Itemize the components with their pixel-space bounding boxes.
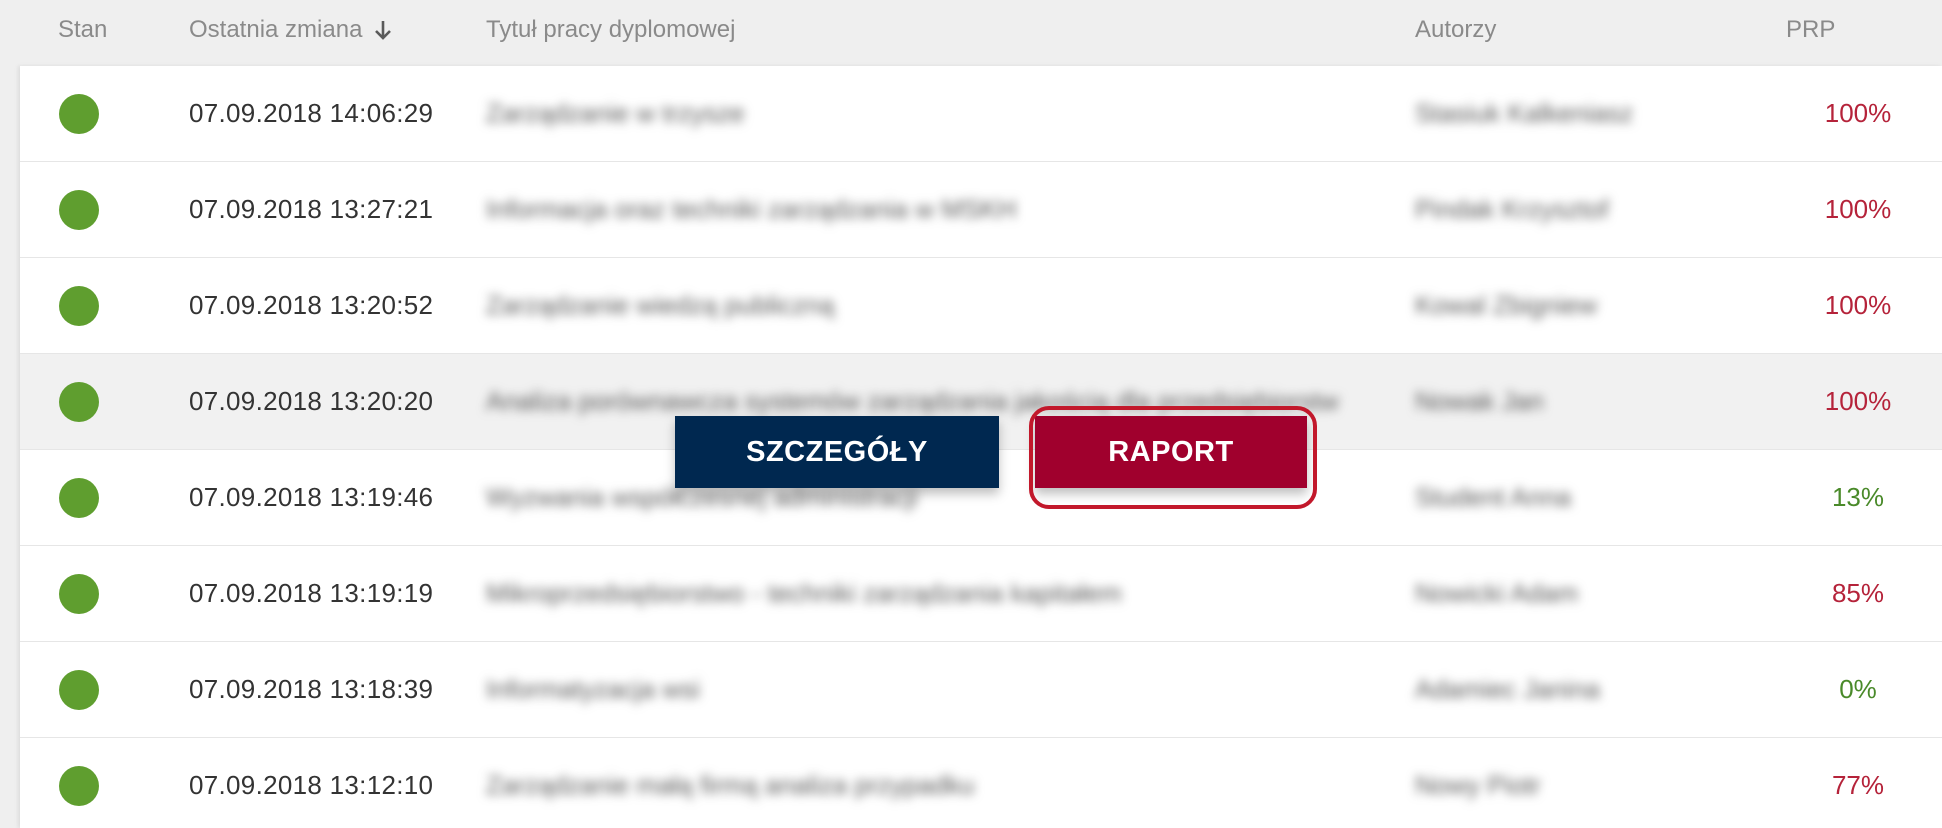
- thesis-author: Nowy Piotr: [1415, 770, 1541, 800]
- details-button[interactable]: SZCZEGÓŁY: [675, 416, 999, 488]
- prp-value: 85%: [1831, 578, 1885, 608]
- column-header-status[interactable]: Stan: [58, 16, 107, 44]
- column-header-title[interactable]: Tytuł pracy dyplomowej: [486, 16, 735, 44]
- last-change-date: 07.09.2018 13:18:39: [189, 674, 434, 704]
- column-header-last-change[interactable]: Ostatnia zmiana: [189, 16, 394, 44]
- thesis-author: Nowak Jan: [1415, 386, 1544, 416]
- status-ok-icon: [59, 94, 99, 134]
- status-ok-icon: [59, 190, 99, 230]
- last-change-date: 07.09.2018 13:12:10: [189, 770, 434, 800]
- thesis-title: Zarządzanie wiedzą publiczną: [486, 290, 835, 320]
- thesis-author: Nowicki Adam: [1415, 578, 1579, 608]
- thesis-title: Zarządzanie małą firmą analiza przypadku: [486, 770, 975, 800]
- status-ok-icon: [59, 286, 99, 326]
- status-ok-icon: [59, 670, 99, 710]
- table-row[interactable]: 07.09.2018 13:27:21 Informacja oraz tech…: [20, 162, 1942, 259]
- status-ok-icon: [59, 766, 99, 806]
- status-ok-icon: [59, 478, 99, 518]
- thesis-author: Pindak Krzysztof: [1415, 194, 1609, 224]
- table-row[interactable]: 07.09.2018 13:12:10 Zarządzanie małą fir…: [20, 738, 1942, 828]
- column-header-last-change-label: Ostatnia zmiana: [189, 16, 363, 43]
- thesis-list-page: Stan Ostatnia zmiana Tytuł pracy dyplomo…: [0, 0, 1942, 828]
- prp-value: 100%: [1824, 290, 1892, 320]
- thesis-title: Informacja oraz techniki zarządzania w M…: [486, 194, 1017, 224]
- last-change-date: 07.09.2018 14:06:29: [189, 98, 434, 128]
- prp-value: 100%: [1824, 98, 1892, 128]
- table-row[interactable]: 07.09.2018 13:20:52 Zarządzanie wiedzą p…: [20, 258, 1942, 355]
- table-row[interactable]: 07.09.2018 14:06:29 Zarządzanie w trzysz…: [20, 66, 1942, 163]
- column-header-authors[interactable]: Autorzy: [1415, 16, 1496, 44]
- prp-value: 100%: [1824, 194, 1892, 224]
- thesis-author: Stasiuk Kalkeniasz: [1415, 98, 1634, 128]
- prp-value: 0%: [1839, 674, 1877, 704]
- prp-value: 77%: [1831, 770, 1885, 800]
- last-change-date: 07.09.2018 13:20:52: [189, 290, 434, 320]
- thesis-title: Zarządzanie w trzysze: [486, 98, 745, 128]
- thesis-author: Kowal Zbigniew: [1415, 290, 1598, 320]
- arrow-down-icon[interactable]: [372, 18, 394, 42]
- column-header-prp[interactable]: PRP: [1786, 16, 1835, 44]
- thesis-author: Student Anna: [1415, 482, 1572, 512]
- table-row[interactable]: 07.09.2018 13:18:39 Informatyzacja wsi A…: [20, 642, 1942, 739]
- status-ok-icon: [59, 574, 99, 614]
- last-change-date: 07.09.2018 13:27:21: [189, 194, 434, 224]
- report-button[interactable]: RAPORT: [1035, 416, 1307, 488]
- prp-value: 100%: [1824, 386, 1892, 416]
- thesis-author: Adamiec Janina: [1415, 674, 1600, 704]
- last-change-date: 07.09.2018 13:19:19: [189, 578, 434, 608]
- status-ok-icon: [59, 382, 99, 422]
- prp-value: 13%: [1831, 482, 1885, 512]
- last-change-date: 07.09.2018 13:20:20: [189, 386, 434, 416]
- thesis-title: Informatyzacja wsi: [486, 674, 700, 704]
- table-header: Stan Ostatnia zmiana Tytuł pracy dyplomo…: [0, 0, 1942, 66]
- table-row[interactable]: 07.09.2018 13:19:19 Mikroprzedsiębiorstw…: [20, 546, 1942, 643]
- thesis-title: Mikroprzedsiębiorstwo - techniki zarządz…: [486, 578, 1122, 608]
- last-change-date: 07.09.2018 13:19:46: [189, 482, 434, 512]
- thesis-title: Analiza porównawcza systemów zarządzania…: [486, 386, 1339, 416]
